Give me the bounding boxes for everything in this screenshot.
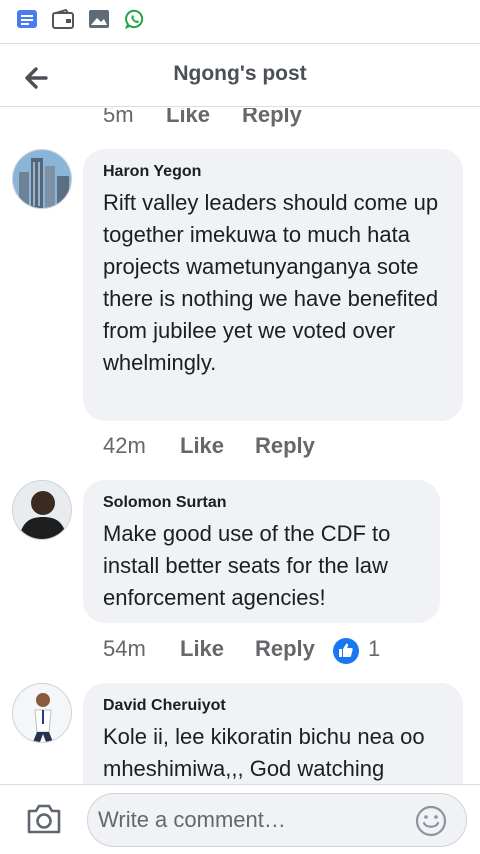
comment-bubble: Haron Yegon Rift valley leaders should c… <box>83 149 463 421</box>
comment-bubble: David Cheruiyot Kole ii, lee kikoratin b… <box>83 683 463 784</box>
thumbs-up-icon <box>339 643 353 657</box>
person-photo-icon <box>13 684 71 742</box>
wallet-icon <box>52 9 74 29</box>
notes-icon <box>17 10 37 28</box>
reply-button[interactable]: Reply <box>255 636 315 662</box>
emoji-icon <box>415 805 447 837</box>
like-button[interactable]: Like <box>180 433 224 459</box>
camera-button[interactable] <box>24 801 64 837</box>
comment-composer <box>0 784 480 854</box>
comment-author[interactable]: David Cheruiyot <box>103 697 443 715</box>
city-photo-icon <box>13 150 71 208</box>
page-title: Ngong's post <box>173 62 307 85</box>
comment-time: 54m <box>103 636 146 661</box>
comments-list[interactable]: 5m Like Reply Haron Yegon Rift valley le… <box>0 108 480 784</box>
like-button[interactable]: Like <box>166 108 210 128</box>
emoji-button[interactable] <box>414 804 448 838</box>
like-button[interactable]: Like <box>180 636 224 662</box>
comment-text: Rift valley leaders should come up toget… <box>103 190 439 375</box>
comment-bubble: Solomon Surtan Make good use of the CDF … <box>83 480 440 623</box>
comment-text: Make good use of the CDF to install bett… <box>103 521 391 610</box>
avatar[interactable] <box>12 480 72 540</box>
comment-author[interactable]: Haron Yegon <box>103 163 443 181</box>
image-icon <box>89 10 109 28</box>
avatar[interactable] <box>12 149 72 209</box>
comment-author[interactable]: Solomon Surtan <box>103 494 420 512</box>
camera-icon <box>27 804 61 834</box>
reaction-badge[interactable] <box>333 638 359 664</box>
comment-box <box>87 793 467 847</box>
post-header: Ngong's post <box>0 43 480 107</box>
comment-time: 42m <box>103 433 146 458</box>
person-photo-icon <box>13 481 71 539</box>
reply-button[interactable]: Reply <box>255 433 315 459</box>
reply-button[interactable]: Reply <box>242 108 302 128</box>
reaction-count: 1 <box>368 636 381 661</box>
avatar[interactable] <box>12 683 72 743</box>
comment-time: 5m <box>103 108 134 127</box>
comment-text: Kole ii, lee kikoratin bichu nea oo mhes… <box>103 724 425 781</box>
status-bar <box>0 0 480 40</box>
whatsapp-icon <box>125 9 144 29</box>
comment-input[interactable] <box>98 802 398 838</box>
